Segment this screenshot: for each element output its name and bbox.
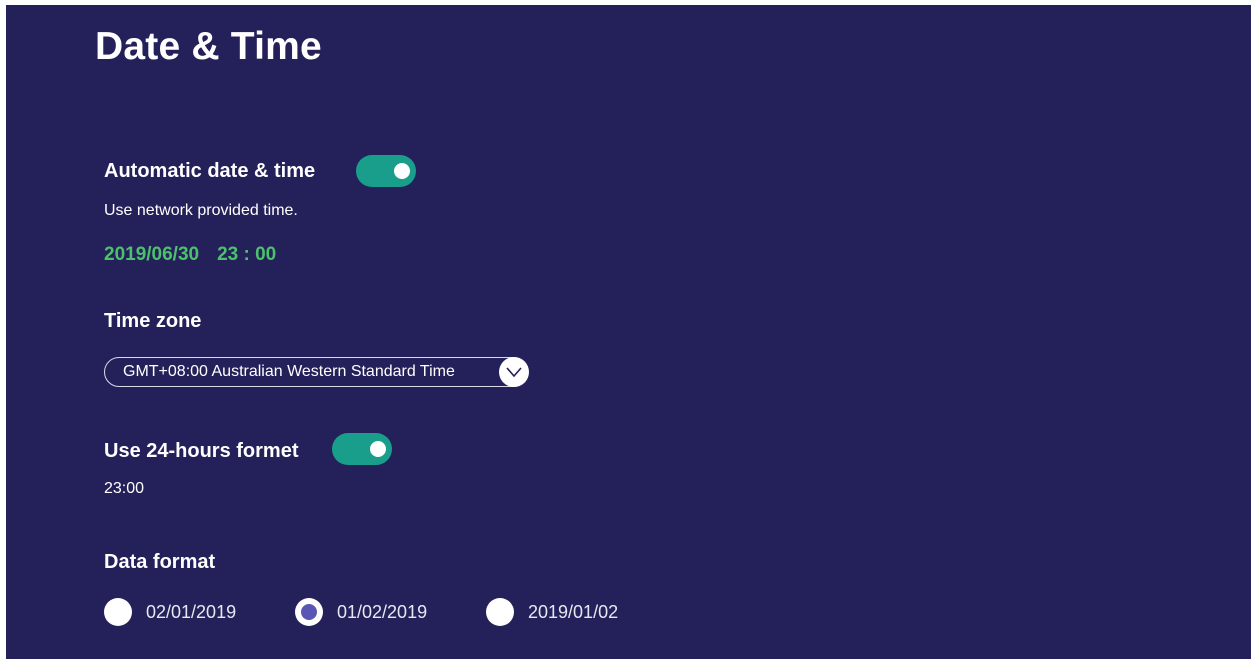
- page-title: Date & Time: [95, 25, 322, 68]
- current-datetime: 2019/06/30 23 : 00: [104, 244, 276, 266]
- current-date: 2019/06/30: [104, 244, 200, 265]
- time-zone-select[interactable]: GMT+08:00 Australian Western Standard Ti…: [104, 357, 529, 387]
- automatic-date-time-toggle[interactable]: [356, 155, 416, 187]
- use-24-hours-toggle[interactable]: [332, 433, 392, 465]
- time-format-preview: 23:00: [104, 480, 145, 497]
- settings-screen: Date & Time Automatic date & time Use ne…: [6, 5, 1251, 659]
- radio-label: 02/01/2019: [146, 602, 237, 622]
- radio-label: 2019/01/02: [528, 602, 619, 622]
- radio-label: 01/02/2019: [337, 602, 428, 622]
- use-24-hours-label: Use 24-hours formet: [104, 440, 299, 462]
- toggle-knob: [370, 441, 386, 457]
- radio-button-selected[interactable]: [295, 598, 323, 626]
- radio-button[interactable]: [486, 598, 514, 626]
- time-zone-label: Time zone: [104, 310, 202, 332]
- automatic-description: Use network provided time.: [104, 202, 298, 219]
- toggle-knob: [394, 163, 410, 179]
- chevron-down-icon[interactable]: [499, 357, 529, 387]
- date-format-label: Data format: [104, 551, 216, 573]
- radio-button[interactable]: [104, 598, 132, 626]
- automatic-date-time-label: Automatic date & time: [104, 160, 316, 182]
- time-zone-value: GMT+08:00 Australian Western Standard Ti…: [123, 363, 455, 380]
- current-time: 23 : 00: [217, 244, 277, 265]
